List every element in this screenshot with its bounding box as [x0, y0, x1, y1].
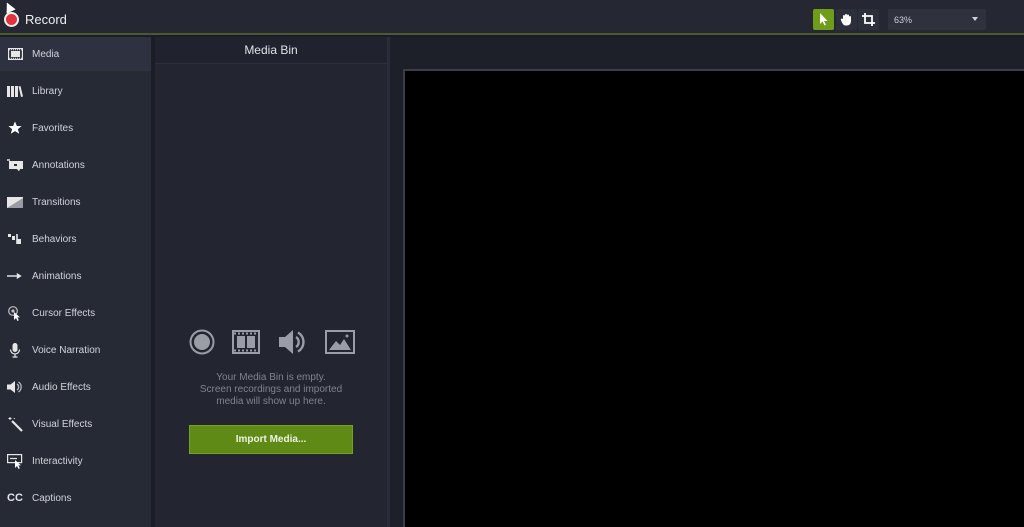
sidebar-item-transitions[interactable]: Transitions [0, 185, 151, 219]
sidebar-item-interactivity[interactable]: Interactivity [0, 444, 151, 478]
sidebar-item-label: Cursor Effects [32, 307, 96, 319]
sidebar-item-label: Audio Effects [32, 381, 91, 393]
hand-icon [840, 14, 851, 26]
sidebar-item-label: Annotations [32, 159, 85, 171]
pan-tool-button[interactable] [836, 9, 857, 30]
sidebar-item-label: Transitions [32, 196, 81, 208]
film-icon [232, 330, 261, 354]
record-label: Record [25, 11, 67, 27]
select-tool-button[interactable] [813, 9, 834, 30]
cc-icon: CC [7, 492, 23, 504]
cursor-effects-icon [7, 305, 23, 321]
sidebar-item-label: Interactivity [32, 455, 83, 467]
film-icon [7, 47, 23, 61]
transition-icon [7, 195, 23, 209]
sidebar-item-voice-narration[interactable]: Voice Narration [0, 333, 151, 367]
arrow-right-icon [7, 269, 23, 283]
sidebar-item-label: Favorites [32, 122, 74, 134]
magic-wand-icon [7, 416, 23, 432]
sidebar-item-label: Visual Effects [32, 418, 93, 430]
empty-bin-message-line: Your Media Bin is empty. [216, 372, 326, 383]
sidebar-item-audio-effects[interactable]: Audio Effects [0, 370, 151, 404]
import-media-button[interactable]: Import Media... [189, 425, 353, 454]
sidebar: Media Library Favorites Annotations Tran… [0, 37, 153, 527]
sidebar-item-label: Media [32, 48, 60, 60]
microphone-icon [7, 342, 23, 358]
empty-bin-message-line: media will show up here. [216, 396, 326, 407]
sidebar-item-label: Captions [32, 492, 72, 504]
crop-icon [862, 13, 875, 26]
sidebar-item-label: Library [32, 85, 63, 97]
canvas-area [390, 37, 1024, 527]
speaker-icon [7, 380, 23, 394]
sidebar-item-annotations[interactable]: Annotations [0, 148, 151, 182]
sidebar-item-label: Animations [32, 270, 82, 282]
zoom-level-value: 63% [894, 14, 913, 25]
record-icon [4, 11, 19, 27]
sidebar-item-cursor-effects[interactable]: Cursor Effects [0, 296, 151, 330]
crop-tool-button[interactable] [858, 9, 879, 30]
preview-canvas[interactable] [403, 69, 1024, 527]
sidebar-item-favorites[interactable]: Favorites [0, 111, 151, 145]
sidebar-item-media[interactable]: Media [0, 37, 151, 71]
image-icon [324, 330, 355, 354]
sidebar-item-behaviors[interactable]: Behaviors [0, 222, 151, 256]
sidebar-item-visual-effects[interactable]: Visual Effects [0, 407, 151, 441]
behaviors-icon [7, 232, 23, 246]
record-button[interactable]: Record [4, 9, 67, 29]
top-toolbar: Record 63% [0, 0, 1024, 35]
sidebar-item-animations[interactable]: Animations [0, 259, 151, 293]
media-type-icons [189, 327, 355, 357]
chevron-down-icon [972, 17, 978, 21]
sidebar-item-label: Behaviors [32, 233, 77, 245]
sidebar-item-captions[interactable]: CC Captions [0, 481, 151, 515]
star-icon [7, 121, 23, 135]
empty-bin-message-line: Screen recordings and imported [199, 384, 343, 395]
empty-bin-message: Your Media Bin is empty. Screen recordin… [155, 372, 387, 408]
speaker-icon [278, 330, 305, 354]
media-bin-header: Media Bin [155, 37, 387, 64]
sidebar-item-label: Voice Narration [32, 344, 101, 356]
media-bin-panel: Media Bin Your Media Bin is empty. Scree… [155, 37, 387, 527]
zoom-level-dropdown[interactable]: 63% [888, 9, 986, 30]
library-icon [7, 84, 23, 98]
annotation-icon [7, 158, 23, 172]
media-bin-title: Media Bin [244, 43, 298, 57]
interactivity-icon [7, 453, 23, 469]
sidebar-item-library[interactable]: Library [0, 74, 151, 108]
import-media-label: Import Media... [235, 434, 307, 445]
arrow-pointer-icon [819, 13, 827, 26]
record-icon [189, 329, 215, 355]
